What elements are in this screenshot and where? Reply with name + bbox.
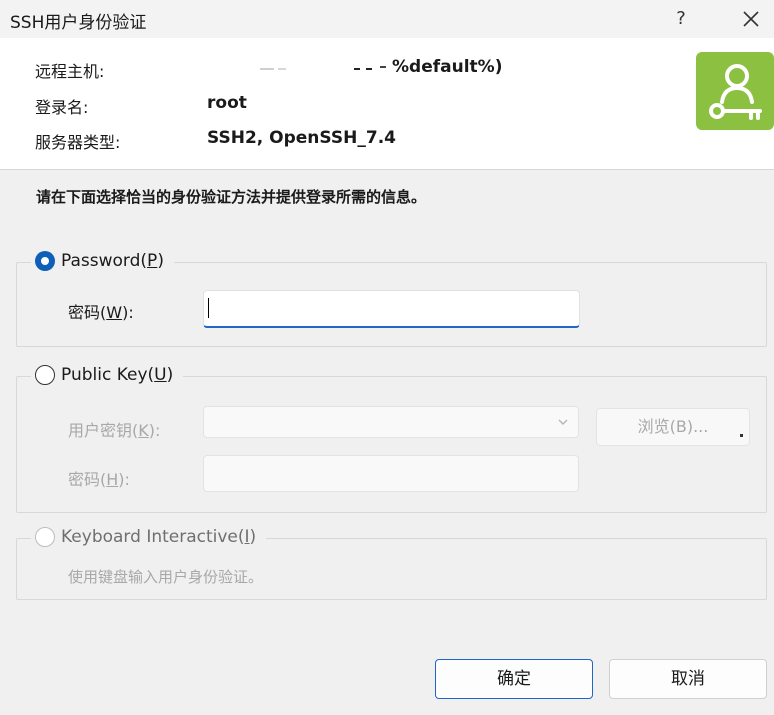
remote-host-label: 远程主机: xyxy=(35,62,105,81)
help-button[interactable]: ? xyxy=(664,4,698,34)
chevron-down-icon xyxy=(558,419,568,425)
redacted-text-icon xyxy=(260,66,386,70)
remote-host-text: %default%) xyxy=(392,57,503,77)
password-method-group: Password(P) 密码(W): xyxy=(16,251,767,347)
connection-info-panel: 远程主机: %default%) 登录名: root 服务器类型: SSH2, … xyxy=(0,38,774,170)
user-key-select[interactable] xyxy=(203,406,579,438)
key-passphrase-input[interactable] xyxy=(203,455,579,492)
cancel-button[interactable]: 取消 xyxy=(609,659,767,699)
server-type-label: 服务器类型: xyxy=(35,133,121,152)
text-caret xyxy=(208,298,209,318)
login-name-value: root xyxy=(207,93,247,113)
user-key-label: 用户密钥(K): xyxy=(68,421,161,440)
publickey-radio-label: Public Key(U) xyxy=(61,365,174,385)
user-key-icon xyxy=(709,64,762,120)
password-radio[interactable]: Password(P) xyxy=(31,251,174,271)
publickey-method-group: Public Key(U) 用户密钥(K): 浏览(B)... 密码(H): xyxy=(16,365,767,513)
keyboard-description: 使用键盘输入用户身份验证。 xyxy=(68,568,264,586)
password-radio-label: Password(P) xyxy=(61,251,164,271)
keyboard-method-group: Keyboard Interactive(I) 使用键盘输入用户身份验证。 xyxy=(16,527,767,600)
ok-button[interactable]: 确定 xyxy=(435,659,593,699)
window-title: SSH用户身份验证 xyxy=(10,13,147,33)
keyboard-radio[interactable]: Keyboard Interactive(I) xyxy=(31,527,267,547)
user-key-avatar xyxy=(696,52,774,130)
radio-disabled-icon xyxy=(35,527,55,547)
help-icon: ? xyxy=(676,8,686,29)
close-icon xyxy=(743,11,759,27)
publickey-radio[interactable]: Public Key(U) xyxy=(31,365,184,385)
close-button[interactable] xyxy=(734,4,768,34)
password-field-label: 密码(W): xyxy=(68,303,134,322)
remote-host-value: %default%) xyxy=(258,57,502,77)
password-input[interactable] xyxy=(203,290,580,328)
login-name-label: 登录名: xyxy=(35,98,89,117)
server-type-value: SSH2, OpenSSH_7.4 xyxy=(207,128,396,148)
dropdown-indicator-icon xyxy=(740,434,743,437)
radio-checked-icon xyxy=(35,251,55,271)
browse-button[interactable]: 浏览(B)... xyxy=(596,408,750,446)
key-passphrase-label: 密码(H): xyxy=(68,470,130,489)
title-bar: SSH用户身份验证 ? xyxy=(0,0,774,38)
radio-unchecked-icon xyxy=(35,365,55,385)
keyboard-radio-label: Keyboard Interactive(I) xyxy=(61,527,257,547)
instruction-text: 请在下面选择恰当的身份验证方法并提供登录所需的信息。 xyxy=(36,188,427,206)
